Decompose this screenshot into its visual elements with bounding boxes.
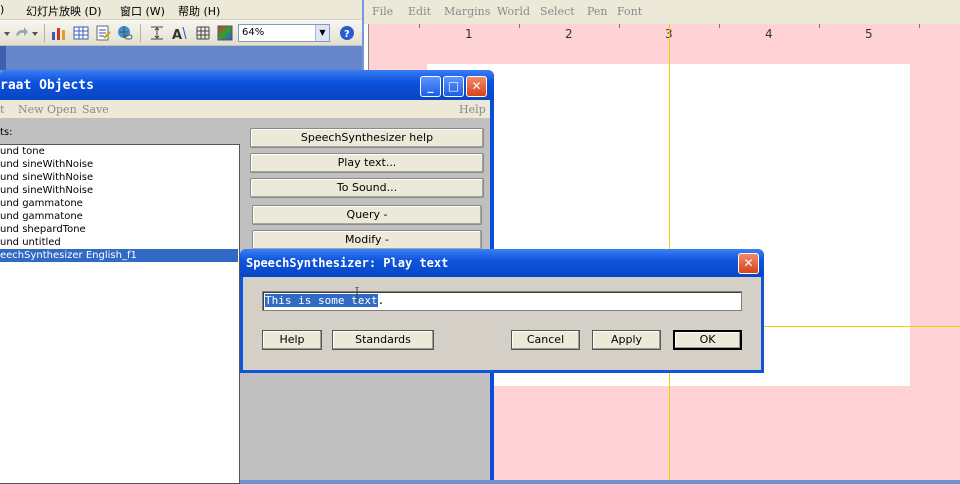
ruler-label: 2 xyxy=(565,27,573,41)
list-item[interactable]: und sineWithNoise xyxy=(0,184,238,197)
chart-icon[interactable] xyxy=(50,24,68,42)
ruler-tick xyxy=(419,24,420,28)
toolbar-separator xyxy=(44,24,45,42)
menu-help[interactable]: Help xyxy=(459,103,486,116)
minimize-icon[interactable]: _ xyxy=(420,76,441,97)
ruler-tick xyxy=(619,24,620,28)
menu-new[interactable]: New xyxy=(18,103,44,116)
list-item-selected[interactable]: eechSynthesizer English_f1 xyxy=(0,249,238,262)
ruler-label: 5 xyxy=(865,27,873,41)
menu-world[interactable]: World xyxy=(497,5,530,18)
dialog-body: This is some text. Help Standards Cancel… xyxy=(243,277,761,370)
menu-window[interactable]: 窗口 (W) xyxy=(120,3,165,19)
ruler-tick xyxy=(819,24,820,28)
list-item[interactable]: und sineWithNoise xyxy=(0,171,238,184)
ruler-label: 4 xyxy=(765,27,773,41)
grid-icon[interactable] xyxy=(194,24,212,42)
objects-list[interactable]: und tone und sineWithNoise und sineWithN… xyxy=(0,144,240,484)
menu-fragment[interactable]: ) xyxy=(0,3,4,16)
ruler-tick xyxy=(519,24,520,28)
ppt-toolbar: A 64% ▼ ? xyxy=(0,20,362,46)
expand-icon[interactable] xyxy=(148,24,166,42)
menu-slideshow[interactable]: 幻灯片放映 (D) xyxy=(26,3,102,19)
panel-tab[interactable] xyxy=(0,46,6,70)
toolbar-separator xyxy=(140,24,141,42)
help-icon[interactable]: ? xyxy=(338,24,356,42)
menu-edit[interactable]: Edit xyxy=(408,5,431,18)
play-text-dialog: SpeechSynthesizer: Play text ✕ This is s… xyxy=(240,249,764,373)
menu-font[interactable]: Font xyxy=(617,5,642,18)
list-item[interactable]: und gammatone xyxy=(0,197,238,210)
selected-text: This is some text xyxy=(265,294,378,307)
list-item[interactable]: und sineWithNoise xyxy=(0,158,238,171)
svg-text:?: ? xyxy=(344,29,350,40)
objects-menubar: t New Open Save Help xyxy=(0,100,490,118)
close-icon[interactable]: ✕ xyxy=(466,76,487,97)
ruler-tick xyxy=(919,24,920,28)
ppt-menubar: ) 幻灯片放映 (D) 窗口 (W) 帮助 (H) xyxy=(0,0,362,20)
font-size-icon[interactable]: A xyxy=(170,24,188,42)
table-icon[interactable] xyxy=(72,24,90,42)
menu-file[interactable]: File xyxy=(372,5,393,18)
margin-right xyxy=(910,64,960,480)
apply-button[interactable]: Apply xyxy=(592,330,661,350)
zoom-select[interactable]: 64% ▼ xyxy=(238,24,330,42)
ok-button[interactable]: OK xyxy=(673,330,742,350)
list-item[interactable]: und untitled xyxy=(0,236,238,249)
help-button[interactable]: Help xyxy=(262,330,322,350)
modify-button[interactable]: Modify - xyxy=(252,230,482,250)
window-title: raat Objects xyxy=(0,78,94,93)
objects-titlebar[interactable]: raat Objects _ □ ✕ xyxy=(0,70,494,100)
ruler-label: 1 xyxy=(465,27,473,41)
objects-list-label: ts: xyxy=(0,127,13,138)
svg-text:A: A xyxy=(172,28,182,42)
menu-save[interactable]: Save xyxy=(82,103,109,116)
close-icon[interactable]: ✕ xyxy=(738,253,759,274)
menu-margins[interactable]: Margins xyxy=(444,5,490,18)
ruler: 1 2 3 4 5 xyxy=(369,24,960,64)
menu-pen[interactable]: Pen xyxy=(587,5,608,18)
text-input[interactable]: This is some text. xyxy=(262,291,742,311)
redo-icon[interactable] xyxy=(12,24,30,42)
dialog-titlebar[interactable]: SpeechSynthesizer: Play text ✕ xyxy=(240,249,764,277)
list-item[interactable]: und shepardTone xyxy=(0,223,238,236)
word-doc-icon[interactable] xyxy=(94,24,112,42)
unselected-text: . xyxy=(377,294,385,307)
query-button[interactable]: Query - xyxy=(252,205,482,225)
list-item[interactable]: und tone xyxy=(0,145,238,158)
menu-open[interactable]: Open xyxy=(47,103,77,116)
picture-menubar: File Edit Margins World Select Pen Font xyxy=(364,0,960,24)
maximize-icon[interactable]: □ xyxy=(443,76,464,97)
color-icon[interactable] xyxy=(216,24,234,42)
undo-dropdown-icon[interactable] xyxy=(2,24,12,42)
to-sound-button[interactable]: To Sound... xyxy=(250,178,484,198)
standards-button[interactable]: Standards xyxy=(332,330,434,350)
menu-select[interactable]: Select xyxy=(540,5,575,18)
speechsynthesizer-help-button[interactable]: SpeechSynthesizer help xyxy=(250,128,484,148)
text-cursor-icon xyxy=(355,287,359,301)
play-text-button[interactable]: Play text... xyxy=(250,153,484,173)
cancel-button[interactable]: Cancel xyxy=(511,330,580,350)
chevron-down-icon[interactable]: ▼ xyxy=(315,25,329,41)
menu-fragment[interactable]: t xyxy=(0,103,4,116)
dialog-title: SpeechSynthesizer: Play text xyxy=(246,256,449,270)
redo-dropdown-icon[interactable] xyxy=(30,24,40,42)
zoom-value: 64% xyxy=(242,27,265,38)
list-item[interactable]: und gammatone xyxy=(0,210,238,223)
hyperlink-icon[interactable] xyxy=(116,24,134,42)
menu-help[interactable]: 帮助 (H) xyxy=(178,3,220,19)
ruler-tick xyxy=(719,24,720,28)
ppt-workspace xyxy=(0,46,362,70)
